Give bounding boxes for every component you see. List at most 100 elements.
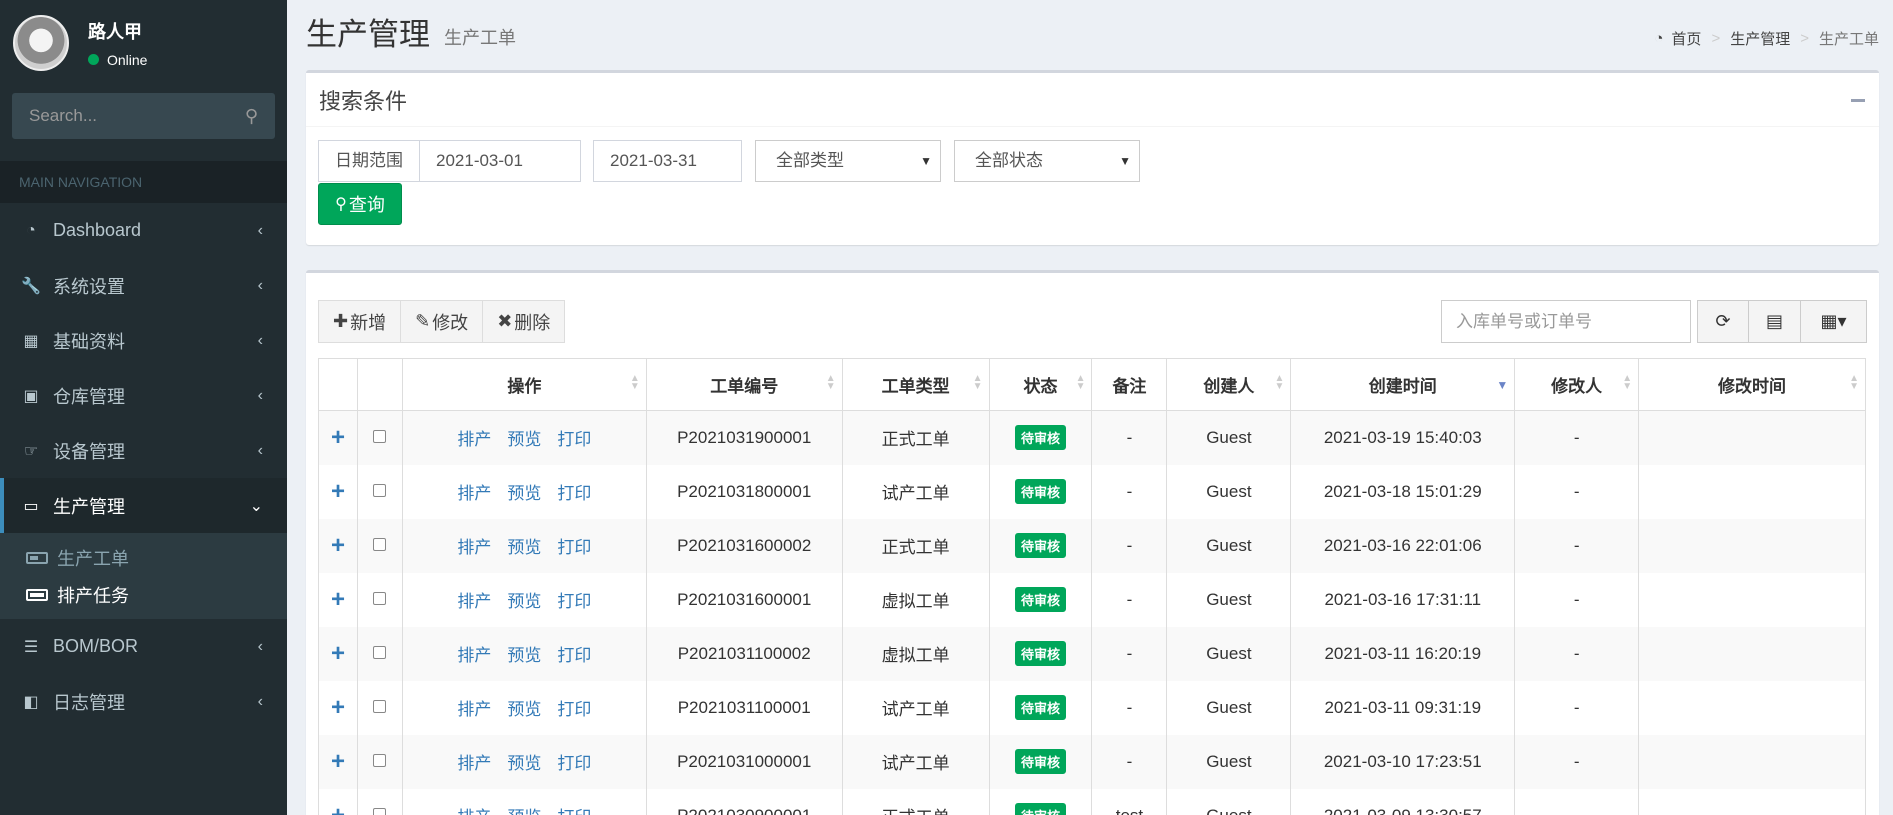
column-header-type[interactable]: 工单类型 ▲ ▼: [841, 358, 990, 411]
print-link[interactable]: 打印: [557, 700, 591, 719]
row-checkbox[interactable]: [373, 537, 387, 551]
expand-plus-icon[interactable]: +: [331, 694, 345, 721]
schedule-link[interactable]: 排产: [457, 538, 491, 557]
sidebar-item-label: 生产管理: [53, 496, 125, 517]
expand-plus-icon[interactable]: +: [331, 640, 345, 667]
schedule-link[interactable]: 排产: [457, 646, 491, 665]
schedule-link[interactable]: 排产: [457, 808, 491, 815]
print-link[interactable]: 打印: [557, 808, 591, 815]
column-header-created[interactable]: 创建时间 ▼: [1290, 358, 1516, 411]
row-checkbox[interactable]: [373, 429, 387, 443]
expand-plus-icon[interactable]: +: [331, 586, 345, 613]
status-select[interactable]: 全部状态 ▼: [954, 140, 1140, 182]
table-row[interactable]: + 排产 预览 打印 P2021031100002 虚拟工单 待审核 - Guest 2021-0…: [318, 626, 1866, 681]
column-header-code[interactable]: 工单编号 ▲ ▼: [645, 358, 843, 411]
delete-button[interactable]: ✖ 删除: [483, 300, 566, 343]
breadcrumb-production[interactable]: 生产管理: [1730, 28, 1790, 49]
created-cell: 2021-03-09 13:30:57: [1290, 788, 1516, 815]
table-row[interactable]: + 排产 预览 打印 P2021030900001正式工单待审核 testGuest202…: [318, 788, 1866, 815]
expand-plus-icon[interactable]: +: [331, 802, 345, 815]
table-row[interactable]: + 排产 预览 打印 P2021031000001 试产工单 待审核 - Guest 2021-0…: [318, 734, 1866, 789]
remark-cell: -: [1091, 626, 1168, 681]
preview-link[interactable]: 预览: [507, 538, 541, 557]
row-checkbox[interactable]: [373, 591, 387, 605]
toggle-view-button[interactable]: ▤: [1749, 300, 1801, 343]
search-icon[interactable]: ⚲: [245, 106, 258, 127]
date-start-field[interactable]: 2021-03-01: [420, 140, 581, 182]
table-row[interactable]: + 排产 预览 打印 P2021031600002 正式工单 待审核 - Guest 2021-0…: [318, 518, 1866, 573]
table-row[interactable]: + 排产 预览 打印 P2021031800001 试产工单 待审核 - Guest 2021-0…: [318, 464, 1866, 519]
building-icon: ▦: [23, 332, 39, 350]
sidebar-item-bom-bor[interactable]: ☰ BOM/BOR ‹: [0, 619, 287, 674]
print-link[interactable]: 打印: [557, 538, 591, 557]
column-header-modifier[interactable]: 修改人 ▲ ▼: [1514, 358, 1640, 411]
print-link[interactable]: 打印: [557, 646, 591, 665]
collapse-icon[interactable]: [1851, 99, 1865, 102]
sidebar-item-warehouse[interactable]: ▣ 仓库管理 ‹: [0, 368, 287, 423]
created-cell: 2021-03-16 17:31:11: [1290, 572, 1516, 627]
print-link[interactable]: 打印: [557, 430, 591, 449]
add-button[interactable]: ✚ 新增: [318, 300, 402, 343]
submenu-item-label: 生产工单: [57, 548, 129, 569]
content-header: 生产管理 生产工单 ◔ 首页 > 生产管理 > 生产工单: [287, 0, 1893, 68]
column-header-creator[interactable]: 创建人 ▲ ▼: [1166, 358, 1292, 411]
row-checkbox[interactable]: [373, 699, 387, 713]
delete-button-label: 删除: [514, 312, 551, 333]
preview-link[interactable]: 预览: [507, 592, 541, 611]
column-header-label: 备注: [1112, 377, 1147, 396]
print-link[interactable]: 打印: [557, 592, 591, 611]
row-checkbox[interactable]: [373, 645, 387, 659]
sort-icon: ▲ ▼: [1075, 373, 1086, 392]
submenu-item-work-order[interactable]: 生产工单: [0, 539, 287, 576]
sidebar-item-equipment[interactable]: ☞ 设备管理 ‹: [0, 423, 287, 478]
avatar[interactable]: [13, 14, 69, 71]
status-cell: 待审核: [988, 734, 1093, 789]
row-checkbox[interactable]: [373, 753, 387, 767]
refresh-button[interactable]: ⟳: [1697, 300, 1749, 343]
preview-link[interactable]: 预览: [507, 808, 541, 815]
sidebar-item-basic-data[interactable]: ▦ 基础资料 ‹: [0, 313, 287, 368]
expand-plus-icon[interactable]: +: [331, 532, 345, 559]
breadcrumb-home[interactable]: 首页: [1671, 28, 1701, 49]
sidebar-item-system-settings[interactable]: 🔧 系统设置 ‹: [0, 258, 287, 313]
row-checkbox[interactable]: [373, 807, 387, 815]
column-header-modified[interactable]: 修改时间 ▲ ▼: [1638, 358, 1866, 411]
schedule-link[interactable]: 排产: [457, 754, 491, 773]
preview-link[interactable]: 预览: [507, 430, 541, 449]
sidebar-item-label: BOM/BOR: [53, 636, 139, 656]
schedule-link[interactable]: 排产: [457, 700, 491, 719]
order-search-input[interactable]: 入库单号或订单号: [1441, 300, 1691, 343]
schedule-link[interactable]: 排产: [457, 592, 491, 611]
type-select[interactable]: 全部类型 ▼: [755, 140, 941, 182]
table-right-tools: 入库单号或订单号 ⟳ ▤ ▦▾: [1441, 300, 1867, 343]
expand-plus-icon[interactable]: +: [331, 748, 345, 775]
schedule-link[interactable]: 排产: [457, 430, 491, 449]
date-end-field[interactable]: 2021-03-31: [593, 140, 742, 182]
preview-link[interactable]: 预览: [507, 646, 541, 665]
expand-plus-icon[interactable]: +: [331, 424, 345, 451]
expand-plus-icon[interactable]: +: [331, 478, 345, 505]
print-link[interactable]: 打印: [557, 484, 591, 503]
preview-link[interactable]: 预览: [507, 700, 541, 719]
columns-button[interactable]: ▦▾: [1801, 300, 1867, 343]
column-header-actions[interactable]: 操作 ▲ ▼: [401, 358, 647, 411]
table-row[interactable]: + 排产 预览 打印 P2021031900001 正式工单 待审核 - Guest 2021-0…: [318, 410, 1866, 465]
sidebar-item-dashboard[interactable]: ◔ Dashboard ‹: [0, 203, 287, 258]
actions-cell: 排产 预览 打印: [401, 788, 647, 815]
edit-button[interactable]: ✎ 修改: [401, 300, 484, 343]
table-row[interactable]: + 排产 预览 打印 P2021031100001 试产工单 待审核 - Guest 2021-0…: [318, 680, 1866, 735]
sidebar-search-input[interactable]: [29, 106, 219, 126]
submenu-item-scheduling-task[interactable]: 排产任务: [0, 576, 287, 613]
row-checkbox[interactable]: [373, 483, 387, 497]
table-row[interactable]: + 排产 预览 打印 P2021031600001 虚拟工单 待审核 - Guest 2021-0…: [318, 572, 1866, 627]
sidebar-item-logs[interactable]: ◧ 日志管理 ‹: [0, 674, 287, 729]
preview-link[interactable]: 预览: [507, 484, 541, 503]
preview-link[interactable]: 预览: [507, 754, 541, 773]
print-link[interactable]: 打印: [557, 754, 591, 773]
column-header-status[interactable]: 状态 ▲ ▼: [988, 358, 1093, 411]
work-order-table: 操作 ▲ ▼ 工单编号 ▲ ▼ 工单类型 ▲ ▼ 状态 ▲ ▼ 备注 创建人 ▲ ▼ 创建时间 ▼ 修…: [318, 358, 1866, 815]
query-button[interactable]: ⚲ 查询: [318, 183, 402, 225]
sidebar-item-production[interactable]: ▭ 生产管理 ⌄: [0, 478, 287, 533]
schedule-link[interactable]: 排产: [457, 484, 491, 503]
checkbox-cell: [356, 680, 403, 735]
